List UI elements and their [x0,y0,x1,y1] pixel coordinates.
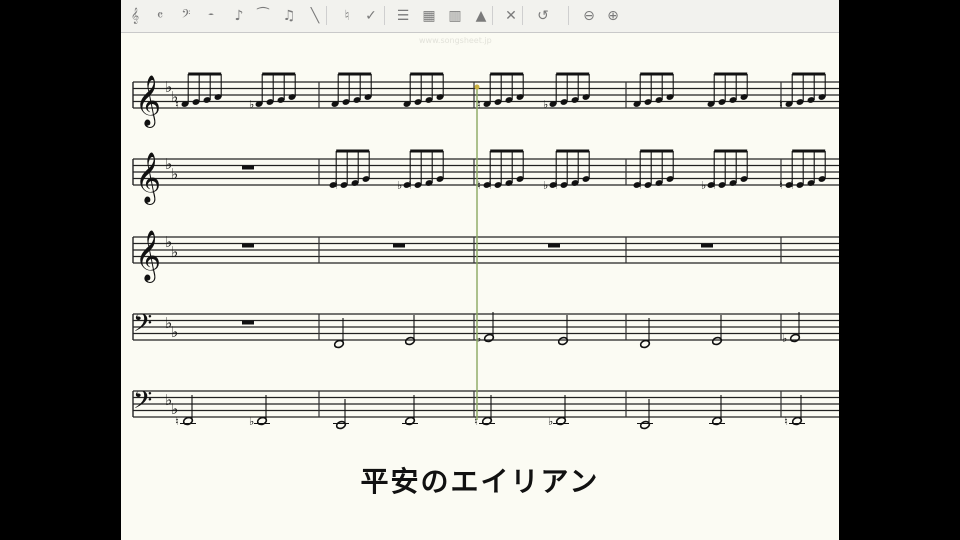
treble-clef-icon: 𝄞 [135,152,161,205]
staff-5: 𝄢 ♭♭ [132,386,839,421]
accidental-icon: ♭ [543,98,548,111]
beamed-note-group: ♭ [543,72,590,111]
accidental-icon: ♮ [779,98,783,111]
beamed-note-group [707,72,748,107]
accidental-icon: ♭ [543,179,548,192]
beamed-note-group: ♮ [477,72,524,111]
accidental-icon: ♭ [249,98,254,111]
accidental-icon: ♭ [701,179,706,192]
playback-cursor-head [474,84,480,90]
whole-rest [393,243,405,248]
treble-clef-icon: 𝄞 [135,230,161,283]
beamed-note-group: ♮ [779,72,826,111]
half-note [404,315,416,346]
accidental-icon: ♮ [638,179,642,192]
accidental-icon: ♭ [249,415,254,428]
whole-rest [242,165,254,170]
accidental-icon: ♮ [175,98,179,111]
accidental-icon: ♮ [712,179,716,192]
accidental-icon: ♮ [779,179,783,192]
half-note: ♭ [782,312,801,345]
flat-key-icon: ♭ [171,165,178,183]
staff-3: 𝄞 ♭♭ [132,230,839,283]
flat-key-icon: ♭ [171,323,178,341]
accidental-icon: ♮ [488,179,492,192]
beamed-note-group [331,72,372,107]
staff-4: 𝄢 ♭ ♭ [132,309,839,344]
half-note: ♭ [476,312,495,345]
accidental-icon: ♭ [548,415,553,428]
beamed-note-group [403,72,444,107]
bass-clef-icon: 𝄢 [133,309,152,344]
whole-rest [242,243,254,248]
whole-rest [701,243,713,248]
staff-2: 𝄞 ♭ ♭ [132,152,839,205]
accidental-icon: ♮ [334,179,338,192]
flat-key-icon: ♭ [171,243,178,261]
accidental-icon: ♭ [397,179,402,192]
treble-clef-icon: 𝄞 [135,75,161,128]
accidental-icon: ♭ [782,332,787,345]
whole-rest [548,243,560,248]
score-editor-window: 𝄞 𝄴 𝄢 𝄼 ♪ ⁀ ♫ ╲ ♮ ✓ ☰ ▦ ▥ ▲ ✕ ↺ ⊖ ⊕ www.songsheet.jp 𝄞 ♭ ♭ 𝄞… [121,0,839,540]
bass-clef-icon: 𝄢 [133,386,152,421]
score-canvas[interactable]: 𝄞 ♭♭𝄞 ♭♭𝄞 ♭♭𝄢 ♭♭𝄢 ♭♭♮ ♭ ♮ ♭ ♮♮ ♭ ♮ ♮ ♮ ♭ ♮ ♮ ♭ ♮ ♮ ♮♭ ♭♮ ♭ ♮ ♭ ♮ [121,0,839,540]
whole-rest [242,320,254,325]
accidental-icon: ♮ [175,415,179,428]
beamed-note-group [633,72,674,107]
half-note [711,315,723,346]
accidental-icon: ♮ [784,415,788,428]
beamed-note-group: ♭ [249,72,296,111]
accidental-icon: ♮ [554,179,558,192]
song-title-caption: 平安のエイリアン [360,465,600,498]
accidental-icon: ♮ [408,179,412,192]
beamed-note-group: ♮ [175,72,222,111]
accidental-icon: ♮ [790,179,794,192]
half-note [557,315,569,346]
